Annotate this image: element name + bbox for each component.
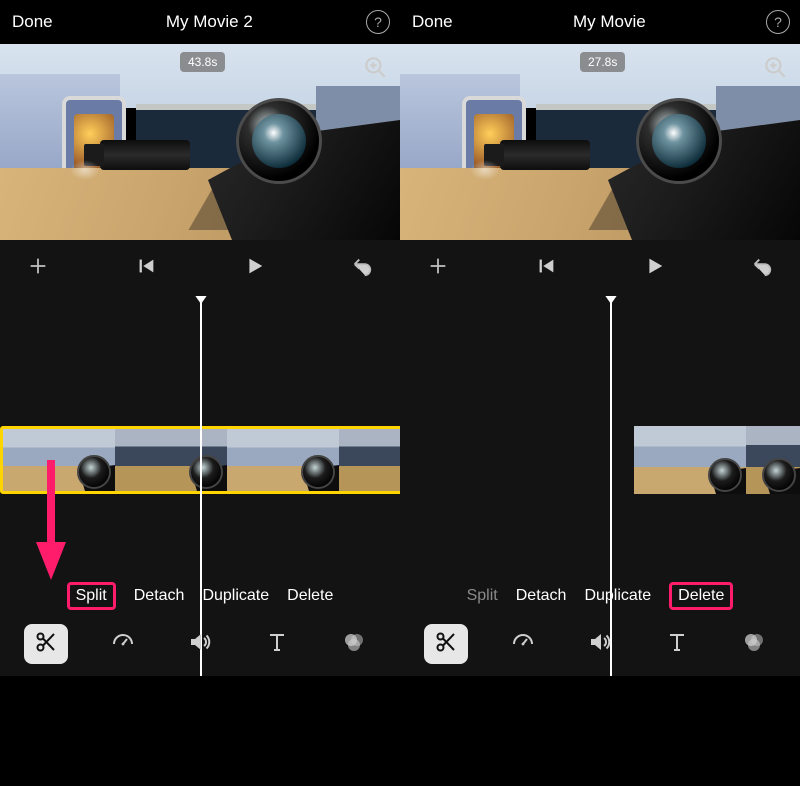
playhead[interactable] bbox=[200, 296, 202, 676]
preview-video bbox=[0, 44, 400, 240]
add-media-button[interactable] bbox=[18, 248, 58, 288]
clip-thumbnails bbox=[634, 426, 800, 494]
scissors-icon bbox=[34, 630, 58, 659]
tool-scissors[interactable] bbox=[24, 624, 68, 664]
timestamp-badge: 27.8s bbox=[580, 52, 625, 72]
annotation-arrow bbox=[36, 460, 66, 580]
preview[interactable]: 43.8s bbox=[0, 44, 400, 240]
volume-icon bbox=[188, 630, 212, 659]
help-button[interactable]: ? bbox=[366, 10, 390, 34]
skip-back-icon bbox=[135, 255, 157, 282]
timeline[interactable]: Split Detach Duplicate Delete bbox=[0, 296, 400, 676]
play-button[interactable] bbox=[234, 248, 274, 288]
toolbar bbox=[400, 620, 800, 676]
filters-icon bbox=[342, 630, 366, 659]
project-title: My Movie bbox=[573, 12, 646, 32]
skip-back-button[interactable] bbox=[126, 248, 166, 288]
tool-text[interactable] bbox=[655, 624, 699, 664]
add-icon bbox=[427, 255, 449, 282]
scissors-icon bbox=[434, 630, 458, 659]
done-button[interactable]: Done bbox=[412, 12, 453, 32]
action-duplicate[interactable]: Duplicate bbox=[584, 587, 651, 605]
play-icon bbox=[243, 255, 265, 282]
header: Done My Movie 2 ? bbox=[0, 0, 400, 44]
undo-button[interactable] bbox=[342, 248, 382, 288]
speed-icon bbox=[511, 630, 535, 659]
timeline[interactable]: Split Detach Duplicate Delete bbox=[400, 296, 800, 676]
clip-actions: Split Detach Duplicate Delete bbox=[0, 576, 400, 616]
undo-button[interactable] bbox=[742, 248, 782, 288]
action-delete[interactable]: Delete bbox=[669, 582, 733, 610]
header: Done My Movie ? bbox=[400, 0, 800, 44]
app-root: Done My Movie 2 ? 43.8s bbox=[0, 0, 800, 786]
tool-text[interactable] bbox=[255, 624, 299, 664]
action-delete[interactable]: Delete bbox=[287, 587, 333, 605]
preview-video bbox=[400, 44, 800, 240]
clip-actions: Split Detach Duplicate Delete bbox=[400, 576, 800, 616]
action-duplicate[interactable]: Duplicate bbox=[202, 587, 269, 605]
zoom-button[interactable] bbox=[762, 54, 788, 80]
zoom-icon bbox=[362, 54, 388, 80]
transport-bar bbox=[400, 240, 800, 296]
playhead[interactable] bbox=[610, 296, 612, 676]
skip-back-button[interactable] bbox=[526, 248, 566, 288]
tool-speed[interactable] bbox=[101, 624, 145, 664]
skip-back-icon bbox=[535, 255, 557, 282]
play-button[interactable] bbox=[634, 248, 674, 288]
action-split[interactable]: Split bbox=[67, 582, 116, 610]
tool-filters[interactable] bbox=[332, 624, 376, 664]
filters-icon bbox=[742, 630, 766, 659]
tool-filters[interactable] bbox=[732, 624, 776, 664]
speed-icon bbox=[111, 630, 135, 659]
action-detach[interactable]: Detach bbox=[134, 587, 185, 605]
volume-icon bbox=[588, 630, 612, 659]
transport-bar bbox=[0, 240, 400, 296]
help-icon: ? bbox=[374, 14, 382, 30]
text-icon bbox=[665, 630, 689, 659]
action-detach[interactable]: Detach bbox=[516, 587, 567, 605]
tool-scissors[interactable] bbox=[424, 624, 468, 664]
play-icon bbox=[643, 255, 665, 282]
video-clip[interactable] bbox=[634, 426, 800, 494]
action-split[interactable]: Split bbox=[467, 587, 498, 605]
preview[interactable]: 27.8s bbox=[400, 44, 800, 240]
add-icon bbox=[27, 255, 49, 282]
undo-icon bbox=[751, 255, 773, 282]
tool-volume[interactable] bbox=[578, 624, 622, 664]
zoom-icon bbox=[762, 54, 788, 80]
tool-speed[interactable] bbox=[501, 624, 545, 664]
text-icon bbox=[265, 630, 289, 659]
zoom-button[interactable] bbox=[362, 54, 388, 80]
project-title: My Movie 2 bbox=[166, 12, 253, 32]
pane-1: Done My Movie ? 27.8s bbox=[400, 0, 800, 786]
toolbar bbox=[0, 620, 400, 676]
pane-0: Done My Movie 2 ? 43.8s bbox=[0, 0, 400, 786]
help-icon: ? bbox=[774, 14, 782, 30]
undo-icon bbox=[351, 255, 373, 282]
help-button[interactable]: ? bbox=[766, 10, 790, 34]
add-media-button[interactable] bbox=[418, 248, 458, 288]
tool-volume[interactable] bbox=[178, 624, 222, 664]
timestamp-badge: 43.8s bbox=[180, 52, 225, 72]
done-button[interactable]: Done bbox=[12, 12, 53, 32]
